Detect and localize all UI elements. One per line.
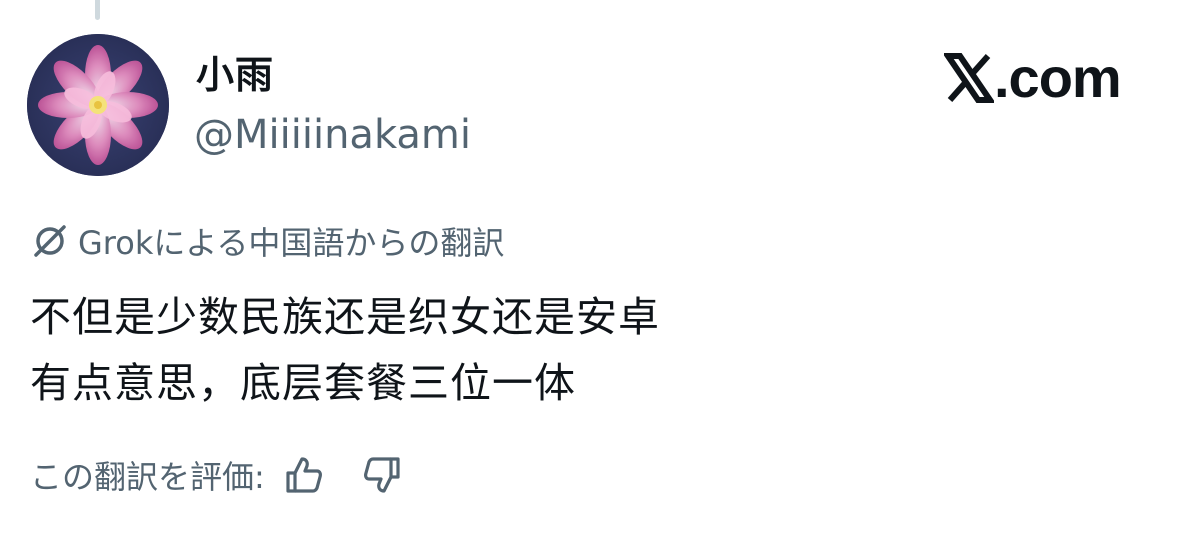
thumbs-down-button[interactable] bbox=[357, 450, 407, 500]
thumbs-up-icon bbox=[286, 457, 322, 493]
post-text-line: 不但是少数民族还是织女还是安卓 bbox=[30, 293, 660, 341]
thread-connector-line bbox=[95, 0, 100, 20]
display-name[interactable]: 小雨 bbox=[196, 52, 274, 98]
translation-attribution[interactable]: Grokによる中国語からの翻訳 bbox=[30, 216, 504, 266]
rate-translation-prompt: この翻訳を評価: bbox=[30, 458, 265, 496]
avatar[interactable] bbox=[27, 34, 169, 176]
thumbs-down-icon bbox=[363, 457, 400, 493]
x-logo-icon bbox=[944, 50, 994, 106]
post-text-line: 有点意思，底层套餐三位一体 bbox=[30, 359, 576, 407]
user-handle[interactable]: @Miiiiinakami bbox=[194, 110, 471, 160]
x-com-brand: .com bbox=[944, 46, 1122, 109]
thumbs-up-button[interactable] bbox=[279, 450, 329, 500]
grok-icon bbox=[34, 225, 66, 257]
lotus-flower-avatar-icon bbox=[27, 34, 169, 176]
translation-label: Grokによる中国語からの翻訳 bbox=[78, 224, 505, 262]
brand-domain-text: .com bbox=[994, 46, 1122, 109]
post-body: 不但是少数民族还是织女还是安卓 有点意思，底层套餐三位一体 bbox=[30, 284, 660, 416]
translation-rating-bar: この翻訳を評価: bbox=[30, 450, 407, 500]
